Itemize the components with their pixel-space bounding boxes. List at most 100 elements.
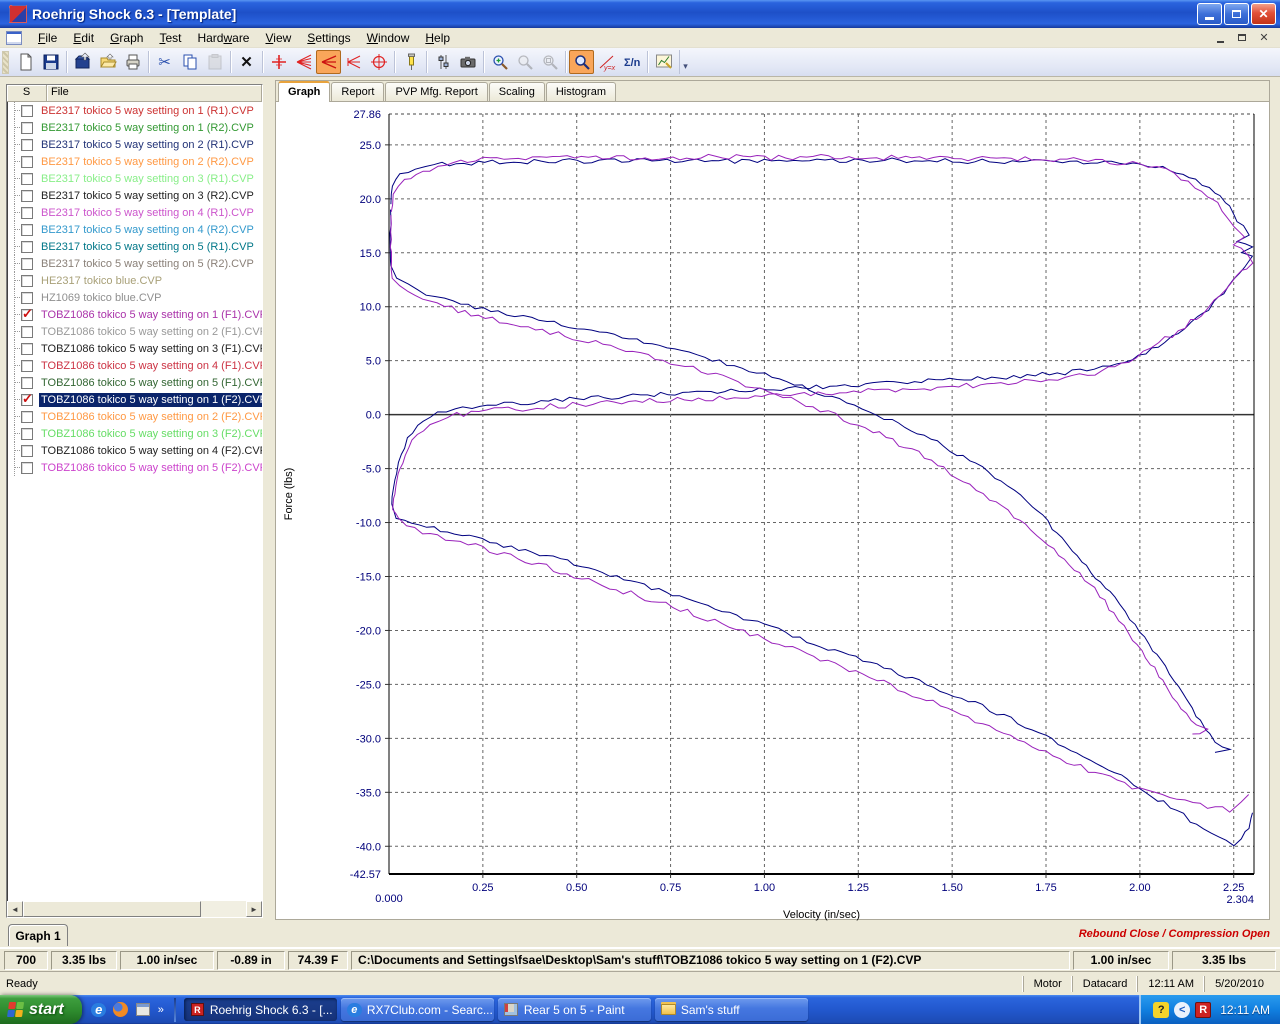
open-file-icon[interactable] xyxy=(95,50,120,74)
graph1-bottom-tab[interactable]: Graph 1 xyxy=(8,924,68,946)
print-icon[interactable] xyxy=(120,50,145,74)
mdi-close-button[interactable]: ✕ xyxy=(1256,31,1272,45)
start-button[interactable]: start xyxy=(0,995,82,1024)
save-icon[interactable] xyxy=(38,50,63,74)
file-checkbox[interactable] xyxy=(21,428,33,440)
file-checkbox[interactable] xyxy=(21,343,33,355)
file-row[interactable]: TOBZ1086 tokico 5 way setting on 5 (F2).… xyxy=(7,459,262,476)
hide-icons-chevron-icon[interactable]: < xyxy=(1174,1002,1190,1018)
file-row[interactable]: BE2317 tokico 5 way setting on 2 (R2).CV… xyxy=(7,153,262,170)
copy-icon[interactable] xyxy=(177,50,202,74)
horizontal-scrollbar[interactable]: ◄ ► xyxy=(7,901,262,917)
file-checkbox[interactable] xyxy=(21,241,33,253)
file-checkbox[interactable] xyxy=(21,275,33,287)
tab-graph[interactable]: Graph xyxy=(278,81,330,102)
file-row[interactable]: TOBZ1086 tokico 5 way setting on 2 (F2).… xyxy=(7,408,262,425)
file-checkbox[interactable] xyxy=(21,173,33,185)
graph-settings-icon[interactable] xyxy=(651,50,676,74)
menu-hardware[interactable]: Hardware xyxy=(189,29,257,47)
firefox-icon[interactable] xyxy=(112,1001,130,1019)
file-row[interactable]: HE2317 tokico blue.CVP xyxy=(7,272,262,289)
menu-graph[interactable]: Graph xyxy=(102,29,151,47)
circle-cursor-icon[interactable] xyxy=(366,50,391,74)
file-checkbox[interactable] xyxy=(21,462,33,474)
camera-icon[interactable] xyxy=(455,50,480,74)
file-row[interactable]: ✓TOBZ1086 tokico 5 way setting on 1 (F2)… xyxy=(7,391,262,408)
file-row[interactable]: BE2317 tokico 5 way setting on 4 (R1).CV… xyxy=(7,204,262,221)
tab-report[interactable]: Report xyxy=(331,82,384,101)
menu-test[interactable]: Test xyxy=(151,29,189,47)
curve-fan-icon[interactable] xyxy=(291,50,316,74)
curve-fan-select-icon[interactable] xyxy=(316,50,341,74)
file-checkbox[interactable] xyxy=(21,411,33,423)
file-checkbox[interactable] xyxy=(21,190,33,202)
file-row[interactable]: BE2317 tokico 5 way setting on 3 (R1).CV… xyxy=(7,170,262,187)
zoom-in-icon[interactable] xyxy=(487,50,512,74)
plot-area[interactable]: 25.020.015.010.05.00.0-5.0-10.0-15.0-20.… xyxy=(276,102,1269,919)
file-checkbox[interactable]: ✓ xyxy=(21,309,33,321)
file-checkbox[interactable] xyxy=(21,224,33,236)
paste-icon[interactable] xyxy=(202,50,227,74)
toolbar-drag-handle[interactable] xyxy=(2,51,9,74)
cut-icon[interactable]: ✂ xyxy=(152,50,177,74)
file-row[interactable]: BE2317 tokico 5 way setting on 1 (R2).CV… xyxy=(7,119,262,136)
restore-button[interactable] xyxy=(1224,3,1249,25)
file-checkbox[interactable] xyxy=(21,258,33,270)
delete-icon[interactable]: ✕ xyxy=(234,50,259,74)
tab-pvp-mfg-report[interactable]: PVP Mfg. Report xyxy=(385,82,487,101)
roehrig-tray-icon[interactable]: R xyxy=(1195,1002,1211,1018)
file-row[interactable]: BE2317 tokico 5 way setting on 4 (R2).CV… xyxy=(7,221,262,238)
file-row[interactable]: HZ1069 tokico blue.CVP xyxy=(7,289,262,306)
scrollbar-track[interactable] xyxy=(201,901,246,917)
file-checkbox[interactable]: ✓ xyxy=(21,394,33,406)
taskbar-button[interactable]: RRoehrig Shock 6.3 - [... xyxy=(184,998,337,1021)
injector-icon[interactable] xyxy=(398,50,423,74)
overlay-yx-icon[interactable]: y=x xyxy=(594,50,619,74)
file-row[interactable]: BE2317 tokico 5 way setting on 3 (R2).CV… xyxy=(7,187,262,204)
crosshair-cursor-icon[interactable] xyxy=(266,50,291,74)
zoom-window-icon[interactable] xyxy=(537,50,562,74)
file-checkbox[interactable] xyxy=(21,377,33,389)
file-checkbox[interactable] xyxy=(21,326,33,338)
toolbar-overflow-chevron[interactable]: ▾ xyxy=(679,50,691,74)
mdi-minimize-button[interactable] xyxy=(1212,31,1228,45)
column-header-s[interactable]: S xyxy=(7,85,47,101)
menu-file[interactable]: File xyxy=(30,29,65,47)
file-row[interactable]: TOBZ1086 tokico 5 way setting on 4 (F2).… xyxy=(7,442,262,459)
menu-window[interactable]: Window xyxy=(359,29,418,47)
file-checkbox[interactable] xyxy=(21,139,33,151)
menu-settings[interactable]: Settings xyxy=(299,29,358,47)
file-checkbox[interactable] xyxy=(21,105,33,117)
file-row[interactable]: TOBZ1086 tokico 5 way setting on 2 (F1).… xyxy=(7,323,262,340)
curve-left-icon[interactable] xyxy=(341,50,366,74)
quicklaunch-overflow-chevron[interactable]: » xyxy=(158,1004,164,1016)
tab-histogram[interactable]: Histogram xyxy=(546,82,616,101)
zoom-out-icon[interactable] xyxy=(512,50,537,74)
minimize-button[interactable] xyxy=(1197,3,1222,25)
app-window-icon[interactable] xyxy=(134,1001,152,1019)
taskbar-button[interactable]: Rear 5 on 5 - Paint xyxy=(498,998,651,1021)
zoom-mode-icon[interactable] xyxy=(569,50,594,74)
file-checkbox[interactable] xyxy=(21,207,33,219)
file-checkbox[interactable] xyxy=(21,360,33,372)
scrollbar-thumb[interactable] xyxy=(23,901,201,917)
column-header-file[interactable]: File xyxy=(47,85,262,101)
taskbar-button[interactable]: Sam's stuff xyxy=(655,998,808,1021)
average-sigma-icon[interactable]: Σ/n xyxy=(619,50,644,74)
file-row[interactable]: BE2317 tokico 5 way setting on 5 (R2).CV… xyxy=(7,255,262,272)
new-document-icon[interactable] xyxy=(13,50,38,74)
file-row[interactable]: TOBZ1086 tokico 5 way setting on 4 (F1).… xyxy=(7,357,262,374)
mdi-restore-button[interactable] xyxy=(1234,31,1250,45)
file-row[interactable]: TOBZ1086 tokico 5 way setting on 3 (F2).… xyxy=(7,425,262,442)
internet-explorer-icon[interactable]: e xyxy=(90,1001,108,1019)
file-checkbox[interactable] xyxy=(21,156,33,168)
print-preview-icon[interactable] xyxy=(70,50,95,74)
scroll-right-arrow[interactable]: ► xyxy=(246,901,262,917)
file-row[interactable]: BE2317 tokico 5 way setting on 2 (R1).CV… xyxy=(7,136,262,153)
file-row[interactable]: TOBZ1086 tokico 5 way setting on 3 (F1).… xyxy=(7,340,262,357)
panel-splitter[interactable] xyxy=(263,77,275,947)
menu-edit[interactable]: Edit xyxy=(65,29,102,47)
scroll-left-arrow[interactable]: ◄ xyxy=(7,901,23,917)
help-question-tray-icon[interactable]: ? xyxy=(1153,1002,1169,1018)
file-row[interactable]: BE2317 tokico 5 way setting on 5 (R1).CV… xyxy=(7,238,262,255)
